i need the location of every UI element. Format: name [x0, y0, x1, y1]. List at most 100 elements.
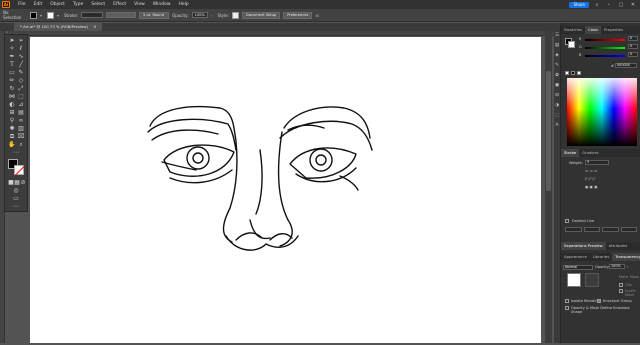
- chevron-right-icon[interactable]: ›: [627, 265, 628, 269]
- dashed-line-checkbox[interactable]: [565, 219, 569, 223]
- scale-tool-icon[interactable]: ⤢: [17, 85, 25, 92]
- stroke-color-swatch[interactable]: [47, 11, 54, 19]
- edit-toolbar-icon[interactable]: ⋯: [12, 203, 20, 210]
- clip-checkbox[interactable]: [619, 283, 623, 287]
- transparency-opacity-field[interactable]: 100%: [609, 264, 625, 269]
- minimize-icon[interactable]: –: [605, 2, 613, 8]
- channel-r-field[interactable]: 0: [628, 36, 638, 41]
- dash-field[interactable]: [602, 227, 619, 232]
- dash-field[interactable]: [565, 227, 582, 232]
- none-color-swatch[interactable]: [565, 71, 569, 75]
- isolate-blending-checkbox[interactable]: [565, 299, 569, 303]
- menu-view[interactable]: View: [130, 2, 149, 7]
- menu-file[interactable]: File: [14, 2, 30, 7]
- blend-mode-select[interactable]: Normal: [563, 265, 593, 270]
- pencil-tool-icon[interactable]: ✏: [8, 77, 16, 84]
- dash-fields[interactable]: [565, 227, 637, 232]
- blend-tool-icon[interactable]: ∞: [17, 117, 25, 124]
- menu-window[interactable]: Window: [149, 2, 175, 7]
- maximize-icon[interactable]: ▢: [617, 2, 625, 8]
- preferences-button[interactable]: Preferences: [283, 11, 313, 19]
- tab-color[interactable]: Color: [585, 26, 602, 34]
- gradient-tool-icon[interactable]: ▤: [17, 109, 25, 116]
- tab-properties[interactable]: Properties: [601, 26, 626, 34]
- hand-tool-icon[interactable]: ✋: [8, 141, 16, 148]
- cap-icons[interactable]: ▭ ▭ ▭: [585, 169, 597, 173]
- knockout-group-checkbox[interactable]: [597, 299, 601, 303]
- type-tool-icon[interactable]: T: [8, 61, 16, 68]
- graphic-style-swatch[interactable]: [231, 11, 239, 19]
- chevron-right-icon[interactable]: ›: [211, 12, 215, 19]
- rectangle-tool-icon[interactable]: ▭: [8, 69, 16, 76]
- menu-object[interactable]: Object: [46, 2, 69, 7]
- tab-swatches[interactable]: Swatches: [561, 26, 585, 34]
- horizontal-ruler[interactable]: [8, 31, 557, 36]
- stroke-swatch[interactable]: [14, 165, 24, 175]
- more-tools-icon[interactable]: ⋯: [12, 149, 20, 156]
- opacity-mask-checkbox[interactable]: [565, 306, 569, 310]
- color-spectrum[interactable]: [567, 78, 637, 146]
- channel-g-slider[interactable]: [585, 47, 625, 49]
- white-color-swatch[interactable]: [577, 71, 581, 75]
- none-mode-icon[interactable]: ⊘: [19, 179, 27, 186]
- eyedropper-tool-icon[interactable]: ⚲: [8, 117, 16, 124]
- paintbrush-tool-icon[interactable]: ✎: [17, 69, 25, 76]
- channel-r-slider[interactable]: [585, 39, 625, 41]
- vertical-scrollbar[interactable]: [545, 31, 552, 343]
- shape-builder-tool-icon[interactable]: ◐: [8, 101, 16, 108]
- direct-selection-tool-icon[interactable]: ➢: [17, 37, 25, 44]
- menu-select[interactable]: Select: [87, 2, 109, 7]
- width-tool-icon[interactable]: ⋈: [8, 93, 16, 100]
- make-mask-button[interactable]: Make Mask: [619, 275, 639, 279]
- channel-g-field[interactable]: 0: [628, 44, 638, 49]
- screen-mode-icon[interactable]: ▭: [12, 195, 20, 202]
- menu-effect[interactable]: Effect: [109, 2, 130, 7]
- share-button[interactable]: Share: [569, 1, 589, 8]
- tab-appearance[interactable]: Appearance: [561, 253, 590, 261]
- channel-b-field[interactable]: 0: [628, 52, 638, 57]
- tab-libraries[interactable]: Libraries: [590, 253, 612, 261]
- perspective-grid-tool-icon[interactable]: ⊿: [17, 101, 25, 108]
- close-icon[interactable]: ✕: [93, 24, 96, 29]
- variable-width-field[interactable]: [106, 12, 137, 18]
- black-color-swatch[interactable]: [571, 71, 575, 75]
- channel-b-slider[interactable]: [585, 55, 625, 57]
- corner-icons[interactable]: ◸ ◸ ◸: [585, 177, 596, 181]
- stroke-weight-input[interactable]: 5: [585, 160, 609, 165]
- panel-stroke-swatch[interactable]: [568, 41, 575, 48]
- artboard-canvas[interactable]: [30, 37, 541, 343]
- align-stroke-icons[interactable]: ▣ ▣ ▣: [585, 185, 597, 189]
- gap-field[interactable]: [620, 227, 637, 232]
- menu-type[interactable]: Type: [69, 2, 87, 7]
- menu-help[interactable]: Help: [175, 2, 193, 7]
- chevron-down-icon[interactable]: ▾: [57, 12, 61, 19]
- tab-attributes[interactable]: Attributes: [606, 242, 631, 250]
- fill-color-swatch[interactable]: [30, 11, 37, 19]
- tab-gradient[interactable]: Gradient: [579, 149, 602, 157]
- slice-tool-icon[interactable]: ⌧: [17, 133, 25, 140]
- rotate-tool-icon[interactable]: ↻: [8, 85, 16, 92]
- tab-transparency[interactable]: Transparency: [612, 253, 640, 261]
- mesh-tool-icon[interactable]: ⊞: [8, 109, 16, 116]
- invert-mask-checkbox[interactable]: [619, 289, 623, 293]
- gap-field[interactable]: [583, 227, 600, 232]
- column-graph-tool-icon[interactable]: ▥: [17, 125, 25, 132]
- document-tab[interactable]: * Art.ai* @ 100.73 % (RGB/Preview) ✕: [14, 23, 103, 31]
- search-icon[interactable]: ⌕: [593, 2, 601, 8]
- symbol-sprayer-tool-icon[interactable]: ✺: [8, 125, 16, 132]
- stroke-weight-field[interactable]: [81, 12, 104, 18]
- magic-wand-tool-icon[interactable]: ✧: [8, 45, 16, 52]
- tab-separations-preview[interactable]: Separations Preview: [561, 242, 606, 250]
- draw-mode-icon[interactable]: ◎: [12, 187, 20, 194]
- brush-definition-dropdown[interactable]: 5 pt. Round: [139, 11, 170, 19]
- curvature-tool-icon[interactable]: ∿: [17, 53, 25, 60]
- pen-tool-icon[interactable]: ✒: [8, 53, 16, 60]
- zoom-tool-icon[interactable]: ⌕: [17, 141, 25, 148]
- opacity-field[interactable]: 100%: [191, 12, 208, 18]
- artboard-tool-icon[interactable]: ⧉: [8, 133, 16, 140]
- lasso-tool-icon[interactable]: ℓ: [17, 45, 25, 52]
- eraser-tool-icon[interactable]: ◇: [17, 77, 25, 84]
- close-icon[interactable]: ✕: [629, 2, 637, 8]
- selection-tool-icon[interactable]: ➤: [8, 37, 16, 44]
- tab-stroke[interactable]: Stroke: [561, 149, 580, 157]
